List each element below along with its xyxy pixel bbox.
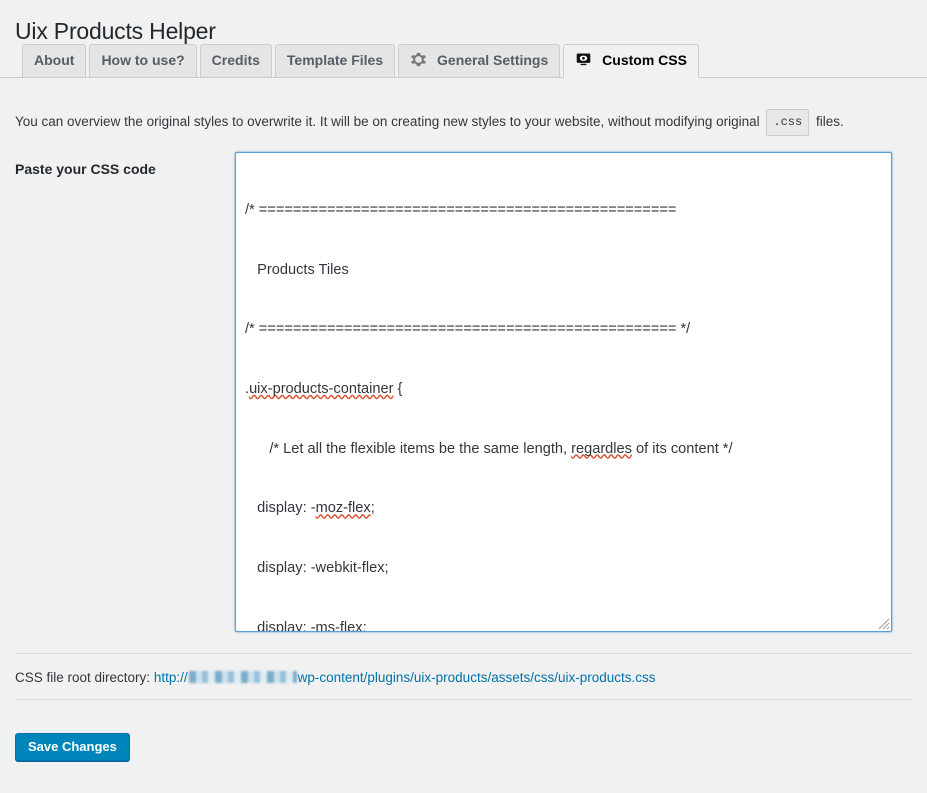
tab-custom-css-label: Custom CSS: [602, 52, 687, 68]
save-changes-button[interactable]: Save Changes: [15, 733, 130, 761]
tab-template-files[interactable]: Template Files: [275, 44, 395, 77]
tab-about[interactable]: About: [22, 44, 86, 77]
tab-template-files-label: Template Files: [287, 52, 383, 68]
css-extension-badge: .css: [766, 109, 809, 136]
css-code-line: /* =====================================…: [245, 320, 881, 340]
css-file-path-row: CSS file root directory: http:// wp-conte…: [15, 669, 656, 687]
page-title: Uix Products Helper: [15, 17, 216, 46]
tab-custom-css[interactable]: Custom CSS: [563, 44, 699, 78]
tab-credits-label: Credits: [212, 52, 260, 68]
tab-about-label: About: [34, 52, 74, 68]
css-code-line: /* Let all the flexible items be the sam…: [245, 440, 881, 460]
css-code-line: Products Tiles: [245, 261, 881, 281]
paste-css-label: Paste your CSS code: [15, 161, 156, 177]
path-url-prefix: http://: [154, 670, 188, 685]
css-code-line: display: -moz-flex;: [245, 499, 881, 519]
css-code-line: display: -webkit-flex;: [245, 559, 881, 579]
admin-page: Uix Products Helper About How to use? Cr…: [0, 0, 927, 793]
screen-eye-icon: [575, 51, 592, 68]
tab-general-settings[interactable]: General Settings: [398, 44, 560, 77]
tab-how-to-use[interactable]: How to use?: [89, 44, 196, 77]
css-code-line: display: -ms-flex;: [245, 619, 881, 632]
divider-below-path: [15, 699, 912, 700]
tab-how-to-use-label: How to use?: [101, 52, 184, 68]
path-url-suffix: wp-content/plugins/uix-products/assets/c…: [298, 670, 656, 685]
css-code-line: /* =====================================…: [245, 201, 881, 221]
description-after: files.: [816, 114, 844, 129]
css-file-path-link[interactable]: http:// wp-content/plugins/uix-products/a…: [154, 670, 656, 685]
divider-above-path: [15, 653, 912, 654]
custom-css-textarea[interactable]: /* =====================================…: [235, 152, 892, 632]
tab-credits[interactable]: Credits: [200, 44, 272, 77]
css-file-path-label: CSS file root directory:: [15, 670, 150, 685]
tab-bar: About How to use? Credits Template Files…: [0, 44, 927, 78]
css-code-line: .uix-products-container {: [245, 380, 881, 400]
description-before: You can overview the original styles to …: [15, 114, 760, 129]
tab-general-settings-label: General Settings: [437, 52, 548, 68]
gear-icon: [410, 51, 427, 68]
description-text: You can overview the original styles to …: [15, 109, 915, 136]
redacted-domain: [189, 671, 297, 683]
